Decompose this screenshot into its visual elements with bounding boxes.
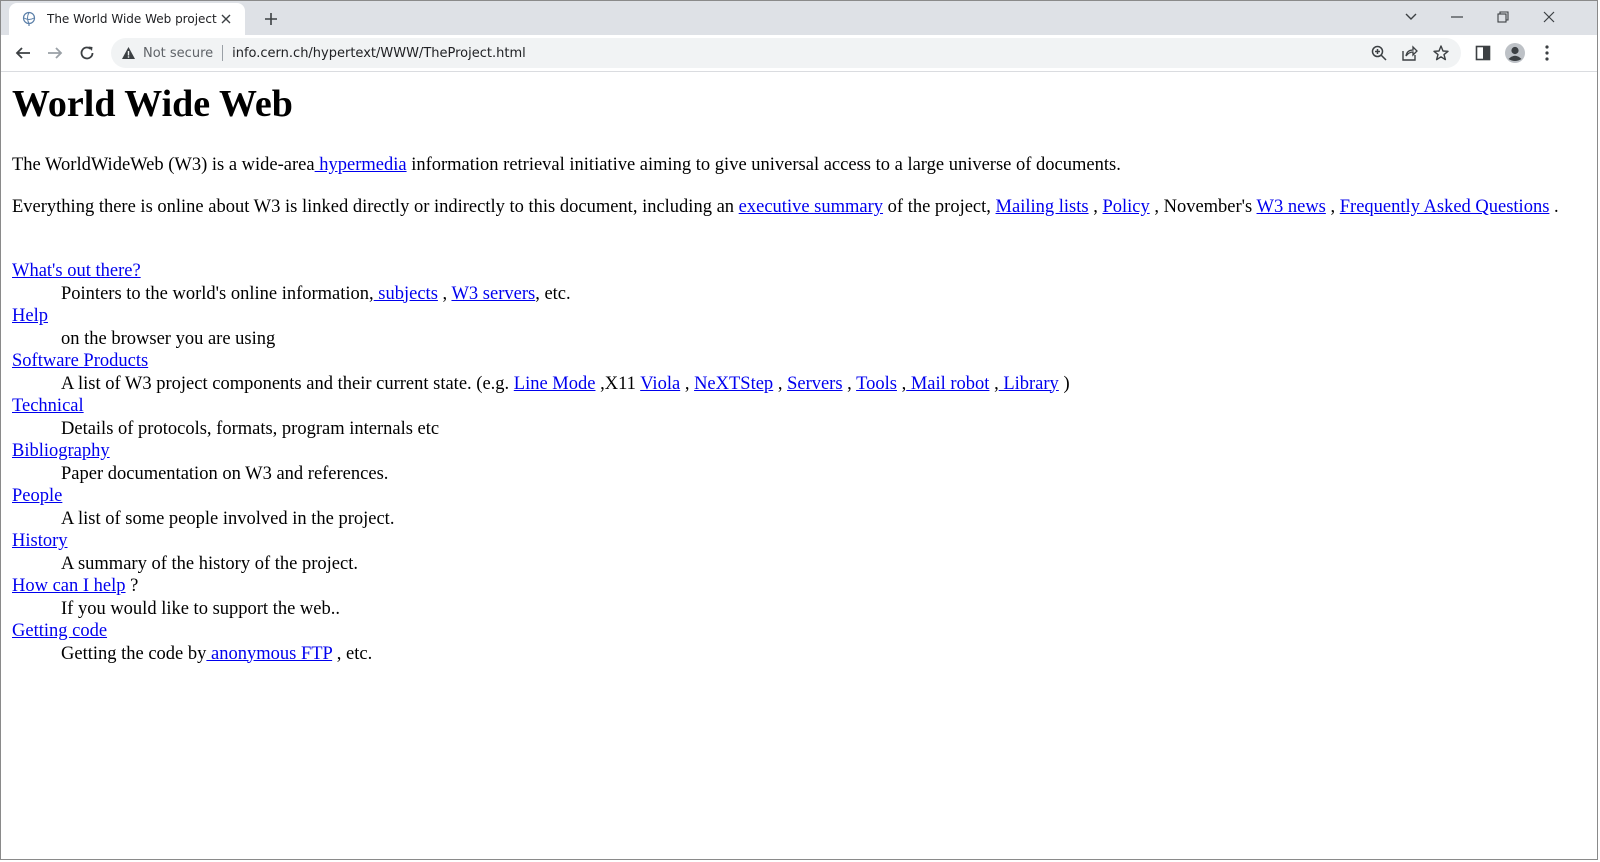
list-description: on the browser you are using — [61, 328, 276, 349]
address-bar[interactable]: Not secure info.cern.ch/hypertext/WWW/Th… — [111, 38, 1461, 68]
url-text[interactable]: info.cern.ch/hypertext/WWW/TheProject.ht… — [232, 46, 526, 61]
list-term: Help — [12, 305, 1562, 328]
list-term: Software Products — [12, 350, 1562, 373]
desc-text: , — [989, 373, 999, 394]
link-software-products[interactable]: Software Products — [12, 351, 148, 371]
list-term: History — [12, 530, 1562, 553]
link-mailing-lists[interactable]: Mailing lists — [996, 197, 1089, 217]
list-term: What's out there? — [12, 260, 1562, 283]
link-technical[interactable]: Technical — [12, 396, 84, 416]
link-policy[interactable]: Policy — [1102, 197, 1149, 217]
list-description: A summary of the history of the project. — [61, 553, 358, 574]
desc-text: , etc. — [332, 643, 373, 664]
link-people[interactable]: People — [12, 486, 62, 506]
page-title: World Wide Web — [12, 83, 293, 125]
desc-text: , — [680, 373, 695, 394]
list-term: Technical — [12, 395, 1562, 418]
desc-text: , — [842, 373, 857, 394]
reload-icon[interactable] — [73, 39, 101, 67]
link-w3-news[interactable]: W3 news — [1257, 197, 1326, 217]
list-description: If you would like to support the web.. — [61, 598, 340, 619]
desc-text: Getting the code by — [61, 643, 207, 664]
list-term: Bibliography — [12, 440, 1562, 463]
link-anonymous-ftp[interactable]: anonymous FTP — [206, 644, 332, 664]
link-nextstep[interactable]: NeXTStep — [694, 374, 773, 394]
link-getting-code[interactable]: Getting code — [12, 621, 107, 641]
divider — [222, 45, 224, 61]
warning-icon[interactable] — [119, 44, 137, 62]
desc-text: , etc. — [535, 283, 571, 304]
link-tools[interactable]: Tools — [856, 374, 897, 394]
list-term: Getting code — [12, 620, 1562, 643]
link-history[interactable]: History — [12, 531, 68, 551]
browser-tab[interactable]: The World Wide Web project — [9, 3, 245, 35]
profile-icon[interactable] — [1501, 39, 1529, 67]
overview-text: , — [1088, 197, 1103, 217]
link-subjects[interactable]: subjects — [374, 284, 438, 304]
link-hypermedia[interactable]: hypermedia — [315, 155, 406, 175]
link-w3-servers[interactable]: W3 servers — [451, 284, 535, 304]
topic-list: What's out there? Pointers to the world'… — [12, 260, 1562, 665]
link-viola[interactable]: Viola — [640, 374, 680, 394]
link-line-mode[interactable]: Line Mode — [514, 374, 596, 394]
desc-text: A list of W3 project components and thei… — [61, 373, 514, 394]
overview-text: of the project, — [883, 197, 996, 217]
link-whats-out-there[interactable]: What's out there? — [12, 261, 141, 281]
desc-text: ) — [1058, 373, 1070, 394]
back-arrow-icon[interactable] — [9, 39, 37, 67]
restore-icon[interactable] — [1481, 1, 1525, 33]
zoom-icon[interactable] — [1365, 39, 1393, 67]
close-icon[interactable] — [217, 10, 235, 28]
plus-icon[interactable] — [259, 7, 283, 31]
tab-title: The World Wide Web project — [47, 12, 217, 26]
link-servers[interactable]: Servers — [787, 374, 842, 394]
overview-text: , November's — [1149, 197, 1257, 217]
forward-arrow-icon[interactable] — [41, 39, 69, 67]
list-description: Pointers to the world's online informati… — [61, 283, 1562, 306]
list-description: Details of protocols, formats, program i… — [61, 418, 440, 439]
desc-text: Pointers to the world's online informati… — [61, 283, 374, 304]
desc-text: , — [773, 373, 788, 394]
list-description: Paper documentation on W3 and references… — [61, 463, 389, 484]
link-executive-summary[interactable]: executive summary — [739, 197, 883, 217]
overview-text: . — [1549, 197, 1559, 217]
overview-text: Everything there is online about W3 is l… — [12, 197, 739, 217]
link-help[interactable]: Help — [12, 306, 48, 326]
globe-favicon-icon — [21, 11, 37, 27]
link-how-can-i-help[interactable]: How can I help — [12, 576, 126, 596]
overview-text: , — [1325, 197, 1340, 217]
link-faq[interactable]: Frequently Asked Questions — [1340, 197, 1550, 217]
security-label[interactable]: Not secure — [143, 46, 213, 61]
link-library[interactable]: Library — [999, 374, 1058, 394]
chevron-down-icon[interactable] — [1389, 1, 1433, 33]
term-suffix: ? — [125, 576, 139, 596]
minimize-icon[interactable] — [1435, 1, 1479, 33]
link-bibliography[interactable]: Bibliography — [12, 441, 110, 461]
list-term: People — [12, 485, 1562, 508]
kebab-menu-icon[interactable] — [1533, 39, 1561, 67]
link-mail-robot[interactable]: Mail robot — [906, 374, 990, 394]
desc-text: , — [437, 283, 452, 304]
list-description: Getting the code by anonymous FTP , etc. — [61, 643, 1562, 666]
share-icon[interactable] — [1396, 39, 1424, 67]
desc-text: , — [896, 373, 907, 394]
intro-paragraph: The WorldWideWeb (W3) is a wide-area hyp… — [12, 154, 1572, 177]
list-description: A list of some people involved in the pr… — [61, 508, 395, 529]
desc-text: ,X11 — [595, 373, 641, 394]
side-panel-icon[interactable] — [1469, 39, 1497, 67]
address-bar-actions — [1362, 39, 1455, 67]
browser-toolbar: Not secure info.cern.ch/hypertext/WWW/Th… — [1, 35, 1597, 72]
page-content: World Wide Web The WorldWideWeb (W3) is … — [1, 72, 1597, 859]
list-description: A list of W3 project components and thei… — [61, 373, 1562, 396]
overview-paragraph: Everything there is online about W3 is l… — [12, 196, 1572, 219]
list-term: How can I help ? — [12, 575, 1562, 598]
tab-strip: The World Wide Web project — [1, 1, 1597, 35]
intro-text-end: information retrieval initiative aiming … — [406, 155, 1121, 175]
window-close-icon[interactable] — [1527, 1, 1571, 33]
star-icon[interactable] — [1427, 39, 1455, 67]
intro-text: The WorldWideWeb (W3) is a wide-area — [12, 155, 315, 175]
browser-window: The World Wide Web project Not secure in… — [0, 0, 1598, 860]
